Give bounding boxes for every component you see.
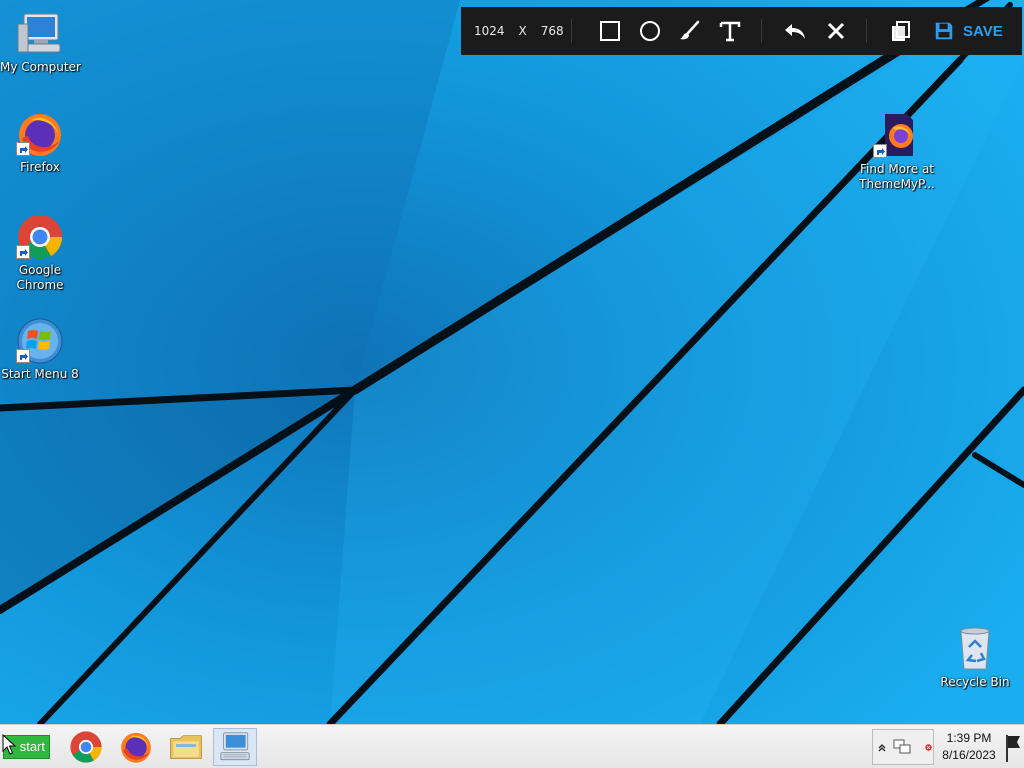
text-icon[interactable] <box>718 19 742 43</box>
capture-x: X <box>518 24 527 38</box>
clock[interactable]: 1:39 PM 8/16/2023 <box>934 730 1004 764</box>
desktop-icon-label: Find More at ThemeMyP... <box>857 162 937 192</box>
shortcut-arrow-icon <box>16 349 30 363</box>
taskbar-item-chrome[interactable] <box>64 728 108 766</box>
save-label: SAVE <box>963 22 1003 40</box>
close-icon[interactable] <box>824 19 848 43</box>
taskbar-item-remote-desktop[interactable] <box>213 728 257 766</box>
desktop-icon-recycle-bin[interactable]: Recycle Bin <box>935 625 1015 690</box>
capture-width: 1024 <box>474 24 505 38</box>
computer-icon <box>17 13 61 53</box>
computer-keyboard-icon <box>220 732 250 761</box>
desktop-icon-label: My Computer <box>0 60 81 74</box>
start-label: start <box>19 739 45 754</box>
shortcut-arrow-icon <box>16 142 30 156</box>
desktop-icon-start-menu-8[interactable]: Start Menu 8 <box>0 317 80 382</box>
folder-icon <box>170 735 202 759</box>
save-button[interactable]: SAVE <box>933 19 1003 43</box>
desktop: My Computer Firefox Google Chrome Start … <box>0 0 1024 724</box>
toolbar-divider <box>866 19 867 43</box>
capture-height: 768 <box>540 24 564 38</box>
copy-icon[interactable] <box>889 19 913 43</box>
desktop-icon-google-chrome[interactable]: Google Chrome <box>0 213 80 293</box>
taskbar: start 1:39 PM 8/16/2023 <box>0 724 1024 768</box>
desktop-icon-my-computer[interactable]: My Computer <box>0 10 81 75</box>
undo-icon[interactable] <box>783 19 807 43</box>
screenshot-toolbar: 1024 X 768 SAVE <box>461 7 1022 55</box>
system-tray <box>872 729 934 765</box>
desktop-icon-label-text: Google Chrome <box>16 263 64 292</box>
desktop-icon-find-more[interactable]: Find More at ThemeMyP... <box>857 112 937 192</box>
circle-icon[interactable] <box>638 19 662 43</box>
shortcut-arrow-icon <box>873 144 887 158</box>
toolbar-divider <box>761 19 762 43</box>
shortcut-arrow-icon <box>16 245 30 259</box>
desktop-icon-firefox[interactable]: Firefox <box>0 110 80 175</box>
desktop-icon-label: Firefox <box>20 160 60 174</box>
taskbar-item-firefox[interactable] <box>114 728 158 766</box>
firefox-icon <box>121 732 151 763</box>
network-icon[interactable] <box>893 739 911 755</box>
clock-date: 8/16/2023 <box>942 748 996 762</box>
chrome-icon <box>70 731 102 763</box>
rectangle-icon[interactable] <box>598 19 622 43</box>
floppy-disk-icon <box>935 22 953 40</box>
recycle-bin-icon <box>960 627 990 670</box>
clock-time: 1:39 PM <box>946 731 992 745</box>
brush-icon[interactable] <box>678 19 702 43</box>
show-desktop-flag-icon[interactable] <box>1004 733 1022 763</box>
desktop-icon-label: Start Menu 8 <box>1 367 79 381</box>
mouse-cursor-icon <box>2 734 16 755</box>
toolbar-divider <box>571 19 572 43</box>
desktop-icon-label: Recycle Bin <box>940 675 1010 689</box>
alert-icon[interactable] <box>925 744 932 751</box>
desktop-icon-label-text: Find More at ThemeMyP... <box>859 162 935 191</box>
wallpaper <box>0 0 1024 724</box>
desktop-icon-label: Google Chrome <box>0 263 80 293</box>
capture-dimensions: 1024 X 768 <box>474 7 578 55</box>
taskbar-item-file-explorer[interactable] <box>164 728 208 766</box>
chevron-up-icon[interactable] <box>878 742 886 752</box>
